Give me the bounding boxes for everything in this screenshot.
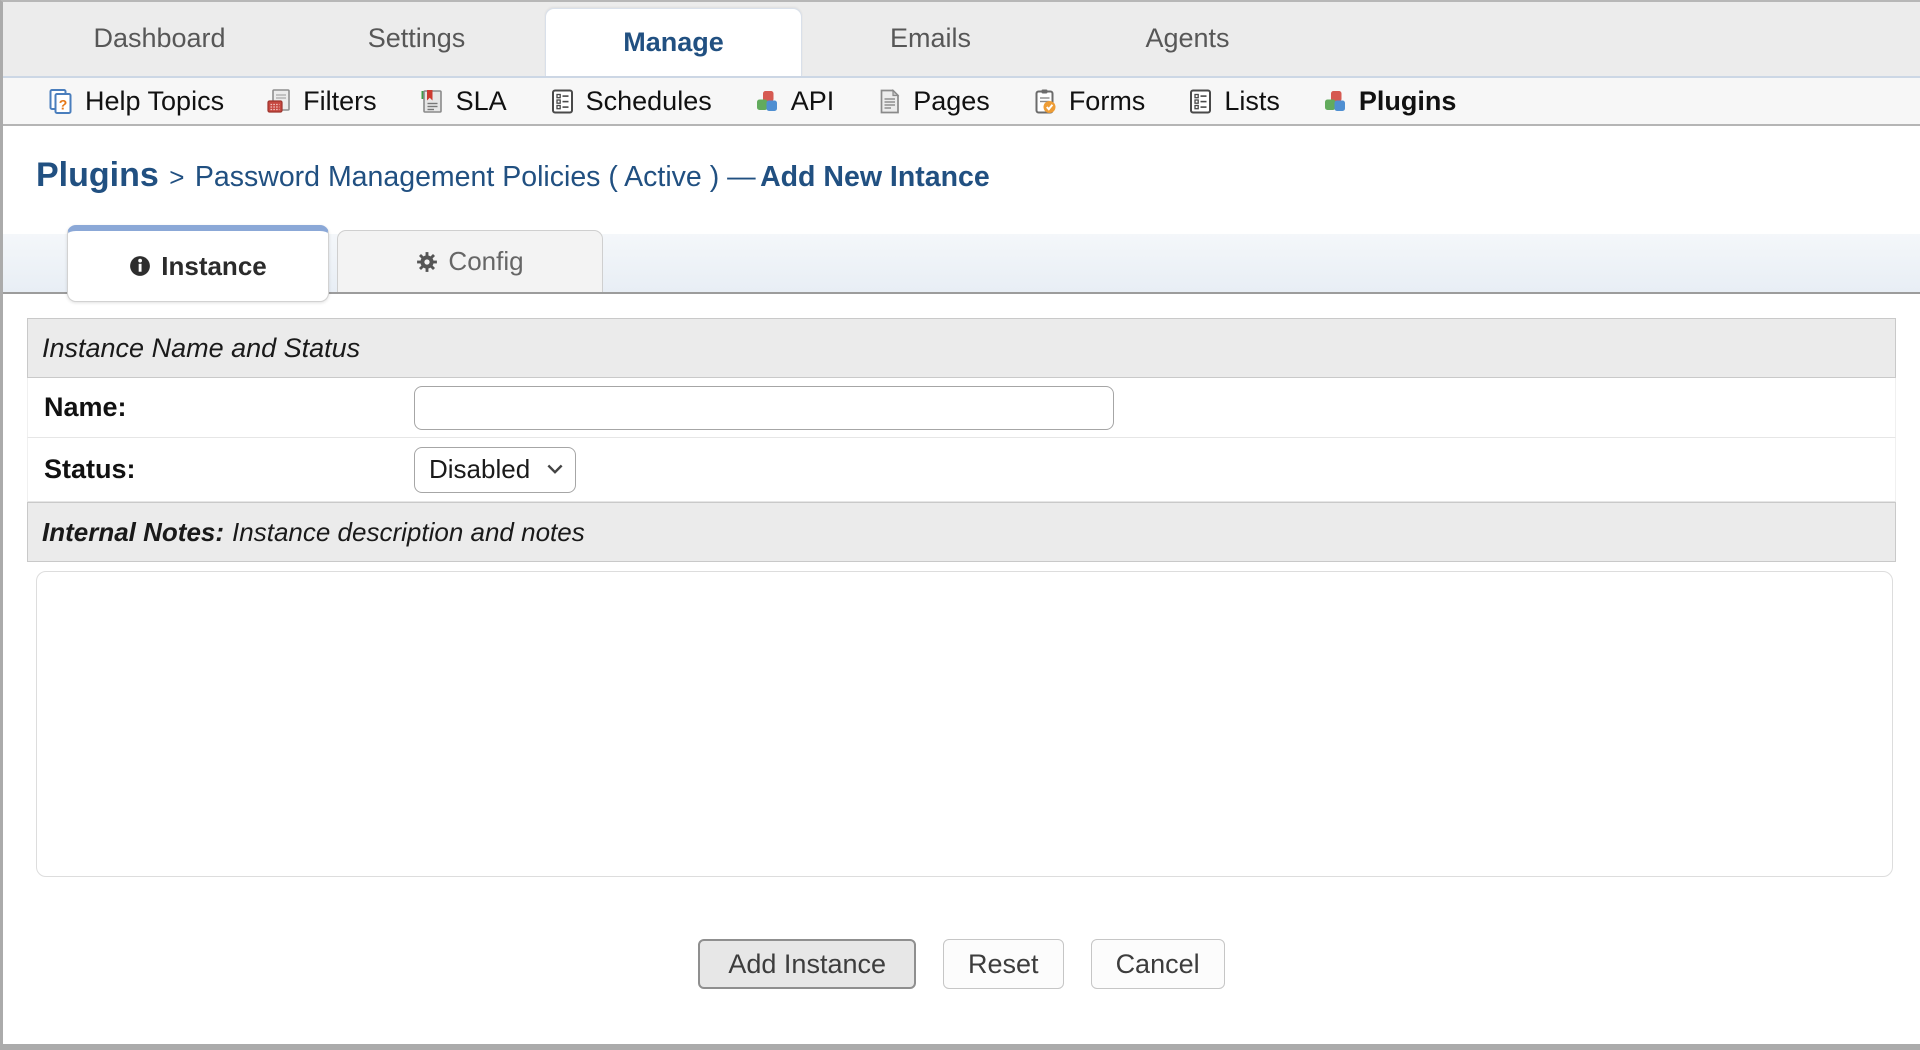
sla-icon (419, 88, 446, 115)
status-row: Status: Disabled (27, 438, 1896, 502)
notes-label: Internal Notes: (42, 517, 224, 548)
sub-nav-item-filters[interactable]: Filters (266, 86, 377, 117)
sub-nav-label: Help Topics (85, 86, 224, 117)
section-header-name-status: Instance Name and Status (27, 318, 1896, 378)
gear-icon (416, 251, 438, 273)
cancel-button[interactable]: Cancel (1091, 939, 1225, 989)
sub-nav-item-schedules[interactable]: Schedules (549, 86, 712, 117)
sub-nav-label: Filters (303, 86, 377, 117)
name-input[interactable] (414, 386, 1114, 430)
api-icon (754, 88, 781, 115)
name-row: Name: (27, 378, 1896, 438)
forms-icon (1032, 88, 1059, 115)
filters-icon (266, 88, 293, 115)
tab-config[interactable]: Config (337, 230, 603, 292)
sub-nav-label: Lists (1224, 86, 1280, 117)
svg-text:?: ? (59, 96, 68, 112)
reset-button[interactable]: Reset (943, 939, 1064, 989)
nav-tab-manage[interactable]: Manage (545, 8, 802, 76)
sub-nav-label: Forms (1069, 86, 1146, 117)
breadcrumb: Plugins > Password Management Policies (… (3, 126, 1920, 234)
breadcrumb-plugin-name: Password Management Policies ( Active ) … (195, 161, 756, 193)
section-header-internal-notes: Internal Notes: Instance description and… (27, 502, 1896, 562)
info-icon (129, 255, 151, 277)
sub-nav: ? Help Topics Filters (3, 78, 1920, 126)
tab-instance[interactable]: Instance (67, 225, 329, 302)
tab-config-label: Config (448, 246, 523, 277)
nav-tab-emails[interactable]: Emails (802, 0, 1059, 76)
sub-nav-label: API (791, 86, 835, 117)
sub-nav-item-api[interactable]: API (754, 86, 835, 117)
admin-page: Dashboard Settings Manage Emails Agents … (0, 0, 1920, 1050)
notes-hint: Instance description and notes (232, 517, 585, 548)
sub-nav-item-help-topics[interactable]: ? Help Topics (48, 86, 224, 117)
nav-tab-dashboard[interactable]: Dashboard (31, 0, 288, 76)
nav-tab-settings[interactable]: Settings (288, 0, 545, 76)
form-actions: Add Instance Reset Cancel (27, 939, 1896, 989)
help-topics-icon: ? (48, 88, 75, 115)
tab-strip: Instance Confi (3, 234, 1920, 294)
status-select[interactable]: Disabled (414, 447, 576, 493)
sub-nav-label: Pages (913, 86, 990, 117)
schedules-icon (549, 88, 576, 115)
sub-nav-item-plugins[interactable]: Plugins (1322, 86, 1457, 117)
sub-nav-item-lists[interactable]: Lists (1187, 86, 1280, 117)
name-label: Name: (28, 392, 414, 423)
top-nav: Dashboard Settings Manage Emails Agents (3, 2, 1920, 78)
status-label: Status: (28, 454, 414, 485)
instance-form: Instance Name and Status Name: Status: D… (27, 318, 1896, 989)
breadcrumb-root-link[interactable]: Plugins (36, 156, 159, 194)
sub-nav-label: Schedules (586, 86, 712, 117)
status-select-value: Disabled (429, 454, 530, 485)
tab-instance-label: Instance (161, 251, 267, 282)
add-instance-button[interactable]: Add Instance (698, 939, 916, 989)
sub-nav-item-sla[interactable]: SLA (419, 86, 507, 117)
sub-nav-item-pages[interactable]: Pages (876, 86, 990, 117)
notes-textarea[interactable] (36, 571, 1893, 877)
page-title: Add New Intance (760, 161, 990, 193)
sub-nav-item-forms[interactable]: Forms (1032, 86, 1146, 117)
sub-nav-label: SLA (456, 86, 507, 117)
chevron-down-icon (547, 464, 563, 475)
breadcrumb-separator: > (163, 162, 190, 192)
pages-icon (876, 88, 903, 115)
lists-icon (1187, 88, 1214, 115)
plugins-icon (1322, 88, 1349, 115)
nav-tab-agents[interactable]: Agents (1059, 0, 1316, 76)
sub-nav-label: Plugins (1359, 86, 1457, 117)
section-title: Instance Name and Status (42, 333, 360, 364)
window-bottom-edge (3, 1044, 1920, 1050)
